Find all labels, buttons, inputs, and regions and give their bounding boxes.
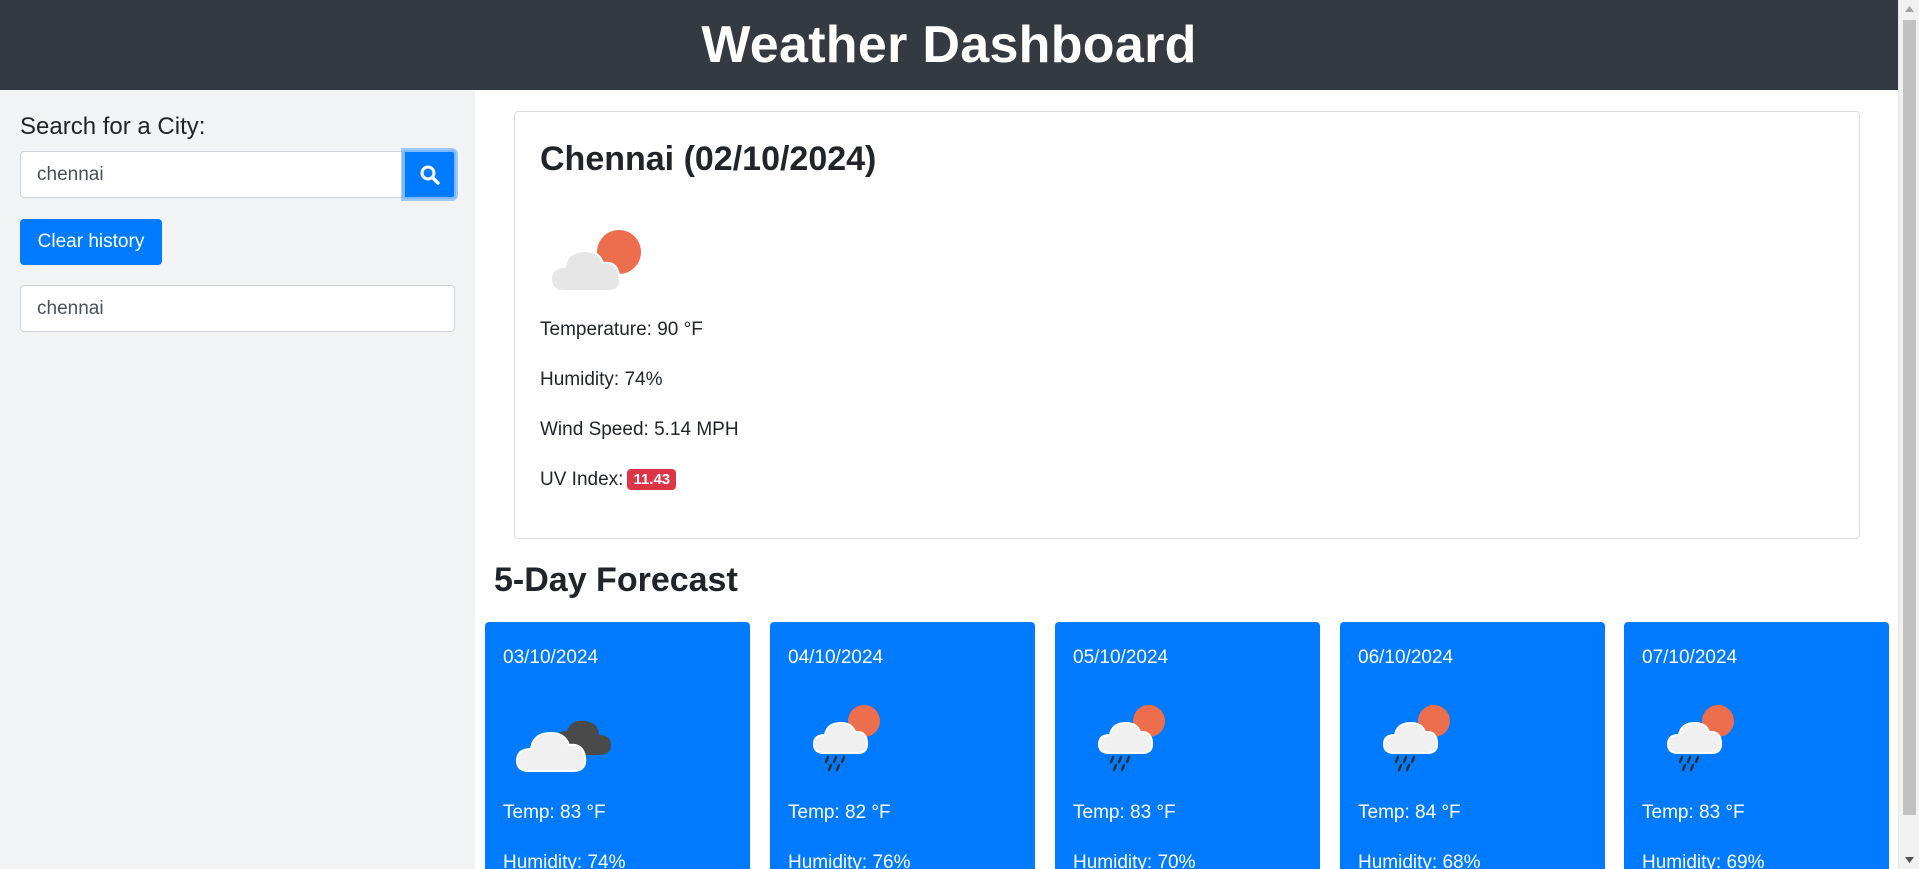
forecast-title: 5-Day Forecast — [494, 561, 738, 599]
forecast-date: 04/10/2024 — [788, 647, 884, 668]
search-button[interactable] — [403, 150, 456, 199]
forecast-card: 07/10/2024 Temp: 83 °F Humidity: 69% — [1624, 622, 1889, 869]
broken-clouds-icon — [515, 720, 611, 772]
forecast-temp: Temp: 83 °F — [503, 802, 606, 823]
forecast-humidity: Humidity: 74% — [503, 852, 626, 869]
forecast-date: 03/10/2024 — [503, 647, 599, 668]
current-weather-card: Chennai (02/10/2024) Temperature: 90 °F … — [514, 111, 1860, 539]
forecast-card: 05/10/2024 Temp: 83 °F Humidity: 70% — [1055, 622, 1320, 869]
uv-badge: 11.43 — [627, 469, 677, 490]
forecast-date: 06/10/2024 — [1358, 647, 1454, 668]
vertical-scrollbar[interactable] — [1898, 0, 1919, 869]
rain-icon — [1382, 705, 1450, 772]
forecast-card: 04/10/2024 Temp: 82 °F Humidity: 76% — [770, 622, 1035, 869]
rain-icon — [1097, 705, 1165, 772]
scroll-up-button[interactable] — [1899, 0, 1919, 18]
sidebar: Search for a City: Clear history chennai — [0, 90, 475, 869]
search-input[interactable] — [20, 151, 403, 198]
forecast-card: 03/10/2024 Temp: 83 °F Humidity: 74% — [485, 622, 750, 869]
forecast-temp: Temp: 83 °F — [1642, 802, 1745, 823]
forecast-date: 05/10/2024 — [1073, 647, 1169, 668]
rain-icon — [812, 705, 880, 772]
current-wind-speed: Wind Speed: 5.14 MPH — [540, 419, 739, 440]
partly-cloudy-icon — [549, 230, 641, 292]
rain-icon — [1666, 705, 1734, 772]
clear-history-button[interactable]: Clear history — [20, 219, 162, 265]
forecast-date: 07/10/2024 — [1642, 647, 1738, 668]
scroll-down-button[interactable] — [1899, 851, 1919, 869]
forecast-humidity: Humidity: 68% — [1358, 852, 1481, 869]
forecast-card: 06/10/2024 Temp: 84 °F Humidity: 68% — [1340, 622, 1605, 869]
current-humidity: Humidity: 74% — [540, 369, 663, 390]
forecast-temp: Temp: 83 °F — [1073, 802, 1176, 823]
arrow-down-icon — [1905, 857, 1914, 863]
forecast-humidity: Humidity: 76% — [788, 852, 911, 869]
current-city-title: Chennai (02/10/2024) — [540, 140, 877, 178]
forecast-temp: Temp: 82 °F — [788, 802, 891, 823]
uv-label: UV Index: — [540, 469, 624, 490]
forecast-humidity: Humidity: 69% — [1642, 852, 1765, 869]
arrow-up-icon — [1905, 6, 1914, 12]
forecast-humidity: Humidity: 70% — [1073, 852, 1196, 869]
search-label: Search for a City: — [20, 113, 206, 140]
current-temperature: Temperature: 90 °F — [540, 319, 703, 340]
scroll-thumb[interactable] — [1903, 20, 1916, 815]
app-header: Weather Dashboard — [0, 0, 1898, 90]
history-item-chennai[interactable]: chennai — [20, 285, 455, 332]
current-uv-row: UV Index: 11.43 — [540, 469, 677, 491]
forecast-temp: Temp: 84 °F — [1358, 802, 1461, 823]
page-title: Weather Dashboard — [701, 16, 1197, 74]
search-icon — [420, 165, 440, 185]
